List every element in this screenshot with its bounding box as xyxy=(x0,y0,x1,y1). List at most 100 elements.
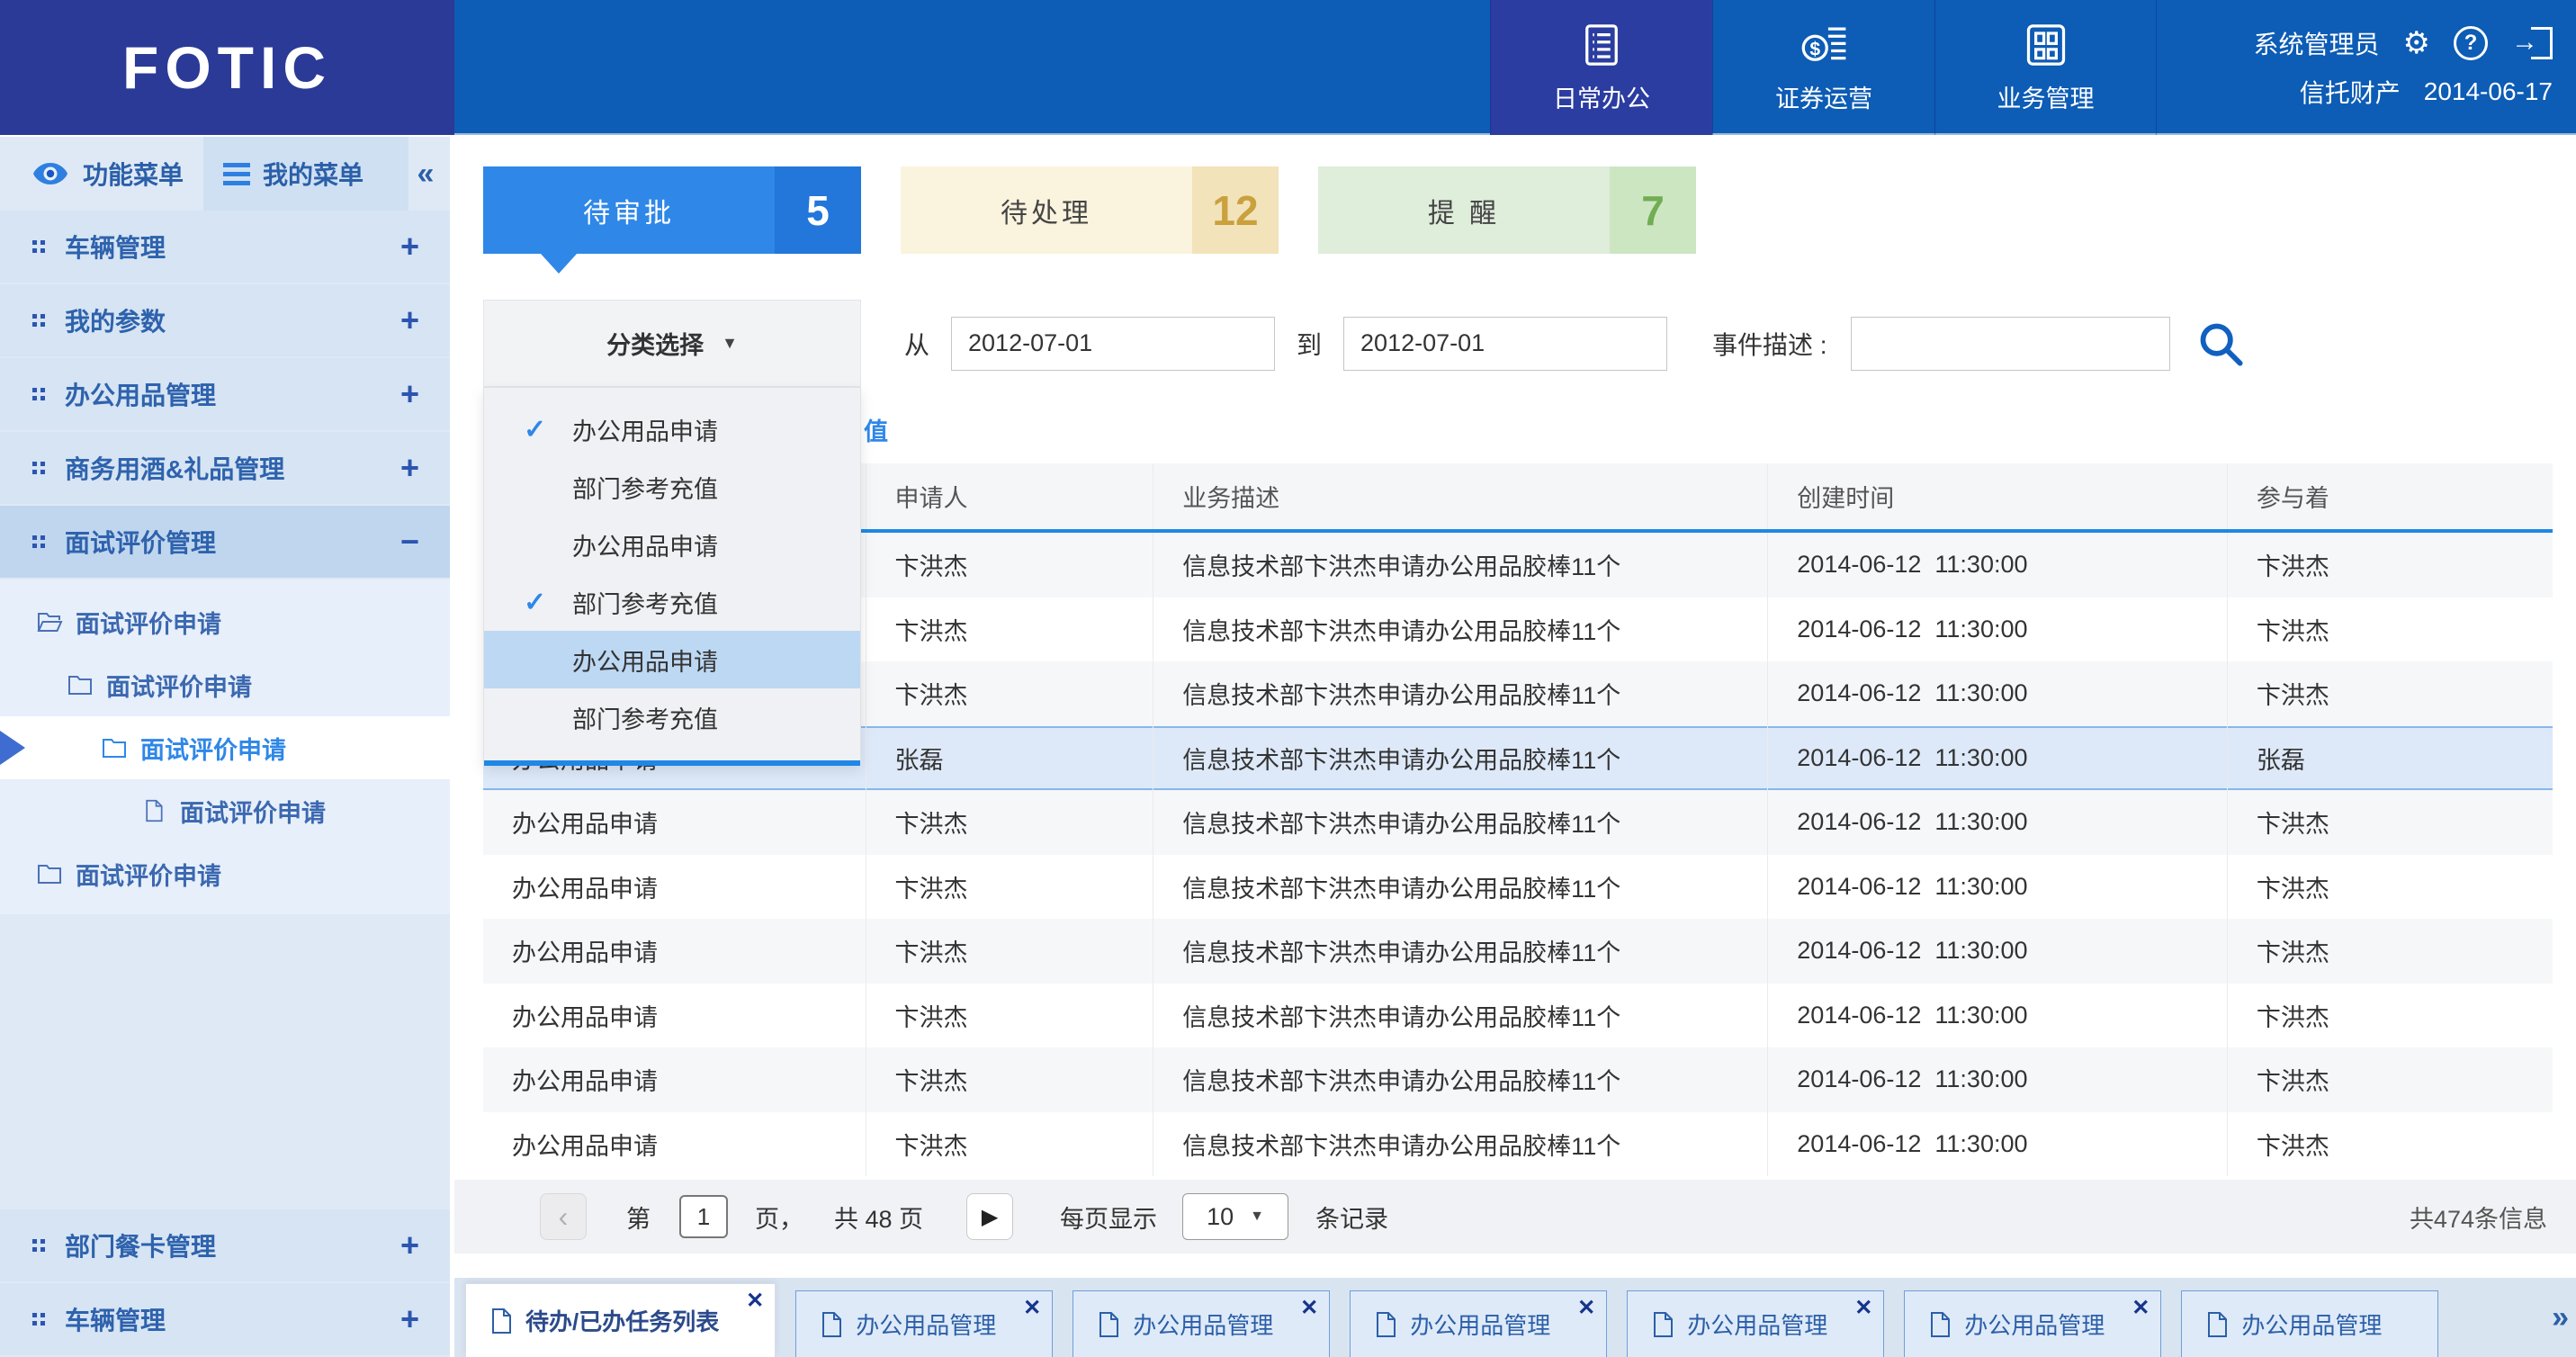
file-icon xyxy=(489,1308,513,1335)
tab-overflow-icon[interactable]: » xyxy=(2552,1300,2569,1335)
drag-handle-icon xyxy=(32,1239,45,1252)
document-tab[interactable]: 办公用品管理 ✕ xyxy=(1073,1290,1330,1357)
partial-link-text[interactable]: 值 xyxy=(864,412,888,447)
sidebar-collapse-button[interactable]: « xyxy=(405,137,446,211)
menu-item-label: 车辆管理 xyxy=(65,1301,400,1337)
check-icon: ✓ xyxy=(524,587,560,618)
tab-my-menu[interactable]: 我的菜单 xyxy=(203,137,408,211)
nav-tab-business-mgmt[interactable]: 业务管理 xyxy=(1934,0,2157,135)
expander-icon[interactable]: + xyxy=(400,1229,419,1262)
sidebar-menu-item[interactable]: 面试评价管理 − xyxy=(0,506,450,578)
table-row[interactable]: 办公用品申请 卞洪杰 信息技术部卞洪杰申请办公用品胶棒11个 2014-06-1… xyxy=(483,919,2553,984)
card-pending-approval[interactable]: 待审批 5 xyxy=(483,166,861,254)
folder-open-icon xyxy=(36,610,63,634)
tree-node[interactable]: 面试评价申请 xyxy=(0,653,450,716)
nav-tab-label: 日常办公 xyxy=(1553,79,1650,114)
document-tab[interactable]: 待办/已办任务列表 ✕ xyxy=(465,1283,776,1357)
expander-icon[interactable]: + xyxy=(400,378,419,410)
help-icon[interactable]: ? xyxy=(2454,26,2488,60)
cell-description: 信息技术部卞洪杰申请办公用品胶棒11个 xyxy=(1153,1112,1768,1177)
expander-icon[interactable]: − xyxy=(400,526,419,558)
close-icon[interactable]: ✕ xyxy=(1577,1295,1595,1321)
total-records-info: 共474条信息 xyxy=(2410,1200,2576,1235)
cell-participant: 卞洪杰 xyxy=(2228,984,2553,1048)
document-tab[interactable]: 办公用品管理 ✕ xyxy=(1904,1290,2161,1357)
prev-page-button[interactable]: ‹ xyxy=(540,1193,587,1240)
card-pending-process[interactable]: 待处理 12 xyxy=(901,166,1279,254)
cell-participant: 卞洪杰 xyxy=(2228,598,2553,662)
sidebar-menu-item[interactable]: 车辆管理 + xyxy=(0,1283,450,1355)
expander-icon[interactable]: + xyxy=(400,1303,419,1335)
tree-node-label: 面试评价申请 xyxy=(76,605,221,640)
sidebar-menu-bottom: 部门餐卡管理 + 车辆管理 + xyxy=(0,1209,450,1357)
from-date-input[interactable] xyxy=(951,317,1275,371)
tab-function-menu[interactable]: 功能菜单 xyxy=(0,137,202,211)
gear-icon[interactable]: ⚙ xyxy=(2403,28,2430,58)
close-icon[interactable]: ✕ xyxy=(1854,1295,1872,1321)
expander-icon[interactable]: + xyxy=(400,230,419,263)
cell-applicant: 卞洪杰 xyxy=(866,1047,1154,1112)
dropdown-item[interactable]: ✓ 部门参考充值 xyxy=(484,688,860,746)
sidebar-tree: 面试评价申请 面试评价申请 面试评价申请 面试评价申请 xyxy=(0,580,450,914)
document-tab[interactable]: 办公用品管理 xyxy=(2181,1290,2438,1357)
dropdown-item[interactable]: ✓ 部门参考充值 xyxy=(484,573,860,631)
event-desc-input[interactable] xyxy=(1851,317,2170,371)
tree-node[interactable]: 面试评价申请 xyxy=(0,779,450,842)
dropdown-item[interactable]: ✓ 办公用品申请 xyxy=(484,516,860,573)
sidebar-menu-item[interactable]: 办公用品管理 + xyxy=(0,358,450,430)
sidebar-menu-top: 车辆管理 + 我的参数 + 办公用品管理 + 商务用酒&礼品管理 xyxy=(0,211,450,578)
search-icon[interactable] xyxy=(2197,320,2244,367)
tab-label: 办公用品管理 xyxy=(1964,1308,2105,1341)
sidebar-menu-item[interactable]: 车辆管理 + xyxy=(0,211,450,283)
close-icon[interactable]: ✕ xyxy=(1023,1295,1041,1321)
top-header: FOTIC 日常办公 $ 证券运营 xyxy=(0,0,2576,135)
expander-icon[interactable]: + xyxy=(400,452,419,484)
table-row[interactable]: 办公用品申请 卞洪杰 信息技术部卞洪杰申请办公用品胶棒11个 2014-06-1… xyxy=(483,984,2553,1048)
tab-label: 办公用品管理 xyxy=(856,1308,996,1341)
cell-description: 信息技术部卞洪杰申请办公用品胶棒11个 xyxy=(1153,1047,1768,1112)
menu-item-label: 商务用酒&礼品管理 xyxy=(65,450,400,486)
tree-node[interactable]: 面试评价申请 xyxy=(0,590,450,653)
caret-down-icon: ▼ xyxy=(722,334,738,353)
sidebar-menu-item[interactable]: 商务用酒&礼品管理 + xyxy=(0,432,450,504)
document-tab[interactable]: 办公用品管理 ✕ xyxy=(1627,1290,1884,1357)
page-number-input[interactable]: 1 xyxy=(679,1195,728,1238)
card-reminder[interactable]: 提 醒 7 xyxy=(1318,166,1696,254)
table-row[interactable]: 办公用品申请 卞洪杰 信息技术部卞洪杰申请办公用品胶棒11个 2014-06-1… xyxy=(483,1112,2553,1177)
tree-node-selected[interactable]: 面试评价申请 xyxy=(0,716,450,779)
expander-icon[interactable]: + xyxy=(400,304,419,337)
main-content: 待审批 5 待处理 12 提 醒 7 分类选择 ▼ 从 到 xyxy=(454,137,2576,1278)
cell-type: 办公用品申请 xyxy=(483,855,866,920)
cell-type: 办公用品申请 xyxy=(483,1047,866,1112)
document-tab[interactable]: 办公用品管理 ✕ xyxy=(1350,1290,1607,1357)
dropdown-item[interactable]: ✓ 办公用品申请 xyxy=(484,400,860,458)
dropdown-item[interactable]: ✓ 部门参考充值 xyxy=(484,458,860,516)
nav-tab-securities-ops[interactable]: $ 证券运营 xyxy=(1712,0,1934,135)
logout-icon[interactable]: → xyxy=(2511,25,2553,61)
cell-participant: 卞洪杰 xyxy=(2228,1112,2553,1177)
cell-applicant: 卞洪杰 xyxy=(866,598,1154,662)
from-label: 从 xyxy=(904,326,929,362)
close-icon[interactable]: ✕ xyxy=(2132,1295,2150,1321)
close-icon[interactable]: ✕ xyxy=(746,1288,764,1314)
nav-tab-daily-office[interactable]: 日常办公 xyxy=(1490,0,1712,135)
cell-type: 办公用品申请 xyxy=(483,984,866,1048)
table-row[interactable]: 办公用品申请 卞洪杰 信息技术部卞洪杰申请办公用品胶棒11个 2014-06-1… xyxy=(483,1047,2553,1112)
table-row[interactable]: 办公用品申请 卞洪杰 信息技术部卞洪杰申请办公用品胶棒11个 2014-06-1… xyxy=(483,790,2553,855)
sidebar-menu-item[interactable]: 部门餐卡管理 + xyxy=(0,1209,450,1281)
next-page-button[interactable]: ▶ xyxy=(966,1193,1013,1240)
dropdown-item-label: 办公用品申请 xyxy=(572,412,718,447)
column-header-applicant: 申请人 xyxy=(866,463,1154,529)
category-select[interactable]: 分类选择 ▼ xyxy=(483,300,861,387)
sidebar-menu-item[interactable]: 我的参数 + xyxy=(0,284,450,356)
tree-node[interactable]: 面试评价申请 xyxy=(0,842,450,905)
sidebar: 功能菜单 我的菜单 « 车辆管理 + 我的参数 + xyxy=(0,137,450,1357)
close-icon[interactable]: ✕ xyxy=(1300,1295,1318,1321)
to-date-input[interactable] xyxy=(1343,317,1667,371)
dropdown-item[interactable]: ✓ 办公用品申请 xyxy=(484,631,860,688)
tab-label: 办公用品管理 xyxy=(1687,1308,1827,1341)
cell-created: 2014-06-12 11:30:00 xyxy=(1768,1112,2228,1177)
document-tab[interactable]: 办公用品管理 ✕ xyxy=(795,1290,1053,1357)
per-page-select[interactable]: 10 ▼ xyxy=(1182,1193,1288,1240)
table-row[interactable]: 办公用品申请 卞洪杰 信息技术部卞洪杰申请办公用品胶棒11个 2014-06-1… xyxy=(483,855,2553,920)
